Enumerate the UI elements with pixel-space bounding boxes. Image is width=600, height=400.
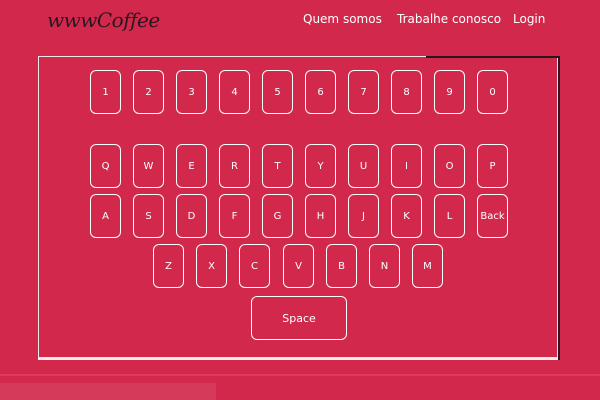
key-m[interactable]: M — [412, 244, 443, 288]
key-i[interactable]: I — [391, 144, 422, 188]
key-w[interactable]: W — [133, 144, 164, 188]
key-a[interactable]: A — [90, 194, 121, 238]
key-back[interactable]: Back — [477, 194, 508, 238]
key-space[interactable]: Space — [251, 296, 347, 340]
key-y[interactable]: Y — [305, 144, 336, 188]
key-g[interactable]: G — [262, 194, 293, 238]
key-q[interactable]: Q — [90, 144, 121, 188]
key-v[interactable]: V — [283, 244, 314, 288]
frame-accent-top — [426, 56, 560, 58]
key-c[interactable]: C — [239, 244, 270, 288]
key-z[interactable]: Z — [153, 244, 184, 288]
key-n[interactable]: N — [369, 244, 400, 288]
key-4[interactable]: 4 — [219, 70, 250, 114]
key-f[interactable]: F — [219, 194, 250, 238]
frame-accent-right — [558, 56, 560, 360]
key-2[interactable]: 2 — [133, 70, 164, 114]
footer-divider — [0, 374, 600, 376]
key-s[interactable]: S — [133, 194, 164, 238]
key-x[interactable]: X — [196, 244, 227, 288]
key-b[interactable]: B — [326, 244, 357, 288]
key-1[interactable]: 1 — [90, 70, 121, 114]
key-t[interactable]: T — [262, 144, 293, 188]
logo[interactable]: wwwCoffee — [47, 8, 160, 32]
key-d[interactable]: D — [176, 194, 207, 238]
key-0[interactable]: 0 — [477, 70, 508, 114]
key-5[interactable]: 5 — [262, 70, 293, 114]
key-7[interactable]: 7 — [348, 70, 379, 114]
nav-trabalhe-conosco[interactable]: Trabalhe conosco — [397, 12, 501, 26]
key-p[interactable]: P — [477, 144, 508, 188]
key-r[interactable]: R — [219, 144, 250, 188]
key-6[interactable]: 6 — [305, 70, 336, 114]
key-l[interactable]: L — [434, 194, 465, 238]
key-3[interactable]: 3 — [176, 70, 207, 114]
key-9[interactable]: 9 — [434, 70, 465, 114]
key-e[interactable]: E — [176, 144, 207, 188]
key-h[interactable]: H — [305, 194, 336, 238]
key-u[interactable]: U — [348, 144, 379, 188]
key-j[interactable]: J — [348, 194, 379, 238]
key-o[interactable]: O — [434, 144, 465, 188]
footer-panel — [0, 383, 216, 400]
key-k[interactable]: K — [391, 194, 422, 238]
nav-login[interactable]: Login — [513, 12, 545, 26]
key-8[interactable]: 8 — [391, 70, 422, 114]
frame-accent-bottom — [38, 358, 558, 360]
nav-quem-somos[interactable]: Quem somos — [303, 12, 382, 26]
